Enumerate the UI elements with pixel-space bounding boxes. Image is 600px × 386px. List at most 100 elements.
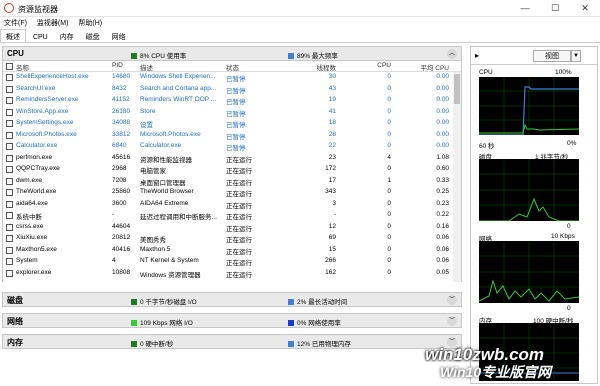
table-row[interactable]: XiuXiu.exe 20812 美图秀秀 正在运行 69 0 0.06 [3, 233, 461, 245]
cell-pid: 34088 [112, 119, 131, 126]
menu-monitor[interactable]: 监视器(M) [33, 17, 73, 29]
col-pid[interactable]: PID [112, 62, 140, 69]
row-checkbox[interactable] [6, 246, 13, 254]
cell-name: Microsoft.Photos.exe [16, 130, 77, 138]
expand-arrow-icon[interactable]: ▸ [475, 51, 479, 60]
table-row[interactable]: TheWorld.exe 25860 TheWorld Browser 正在运行 343… [3, 187, 461, 199]
network-section-header[interactable]: 网络 109 Kbps 网络 I/O 0% 网络使用率 ﹀ [2, 313, 462, 328]
cell-avg: 0.00 [436, 119, 449, 126]
scrollbar-thumb[interactable] [454, 74, 460, 104]
cell-avg: 0.00 [436, 73, 449, 80]
row-checkbox[interactable] [6, 154, 13, 162]
tab-cpu[interactable]: CPU [28, 32, 53, 45]
row-checkbox[interactable] [6, 189, 13, 196]
row-checkbox[interactable] [6, 269, 13, 277]
cpu-section-header[interactable]: CPU 8% CPU 使用率 89% 最大频率 ︿ [2, 46, 462, 61]
row-checkbox[interactable] [6, 258, 13, 265]
table-row[interactable]: Maxthon5.exe 40416 Maxthon 5 正在运行 15 0 0.06 [3, 245, 461, 257]
maximize-button[interactable]: ☐ [540, 0, 570, 16]
table-row[interactable]: aida64.exe 3600 AIDA64 Extreme 正在运行 3 0 0.23 [3, 199, 461, 211]
row-checkbox[interactable] [6, 143, 13, 150]
chevron-down-icon[interactable]: ﹀ [447, 316, 457, 326]
col-cpu[interactable]: CPU [343, 62, 391, 69]
disk-section-header[interactable]: 磁盘 0 千字节/秒磁盘 I/O 2% 最长活动时间 ﹀ [2, 292, 462, 307]
cell-name: ShellExperienceHost.exe [16, 73, 89, 80]
tab-network[interactable]: 网络 [107, 30, 131, 43]
minimize-button[interactable]: — [510, 0, 540, 16]
table-row[interactable]: csrss.exe 44604 正在运行 12 0 0.16 [3, 222, 461, 234]
cell-name: SystemSettings.exe [16, 119, 74, 126]
table-row[interactable]: perfmon.exe 45616 资源和性能监视器 正在运行 23 4 1.08 [3, 153, 461, 165]
cell-status: 已暂停 [226, 145, 246, 152]
row-checkbox[interactable] [6, 85, 13, 93]
cell-avg: 0.00 [436, 130, 449, 138]
table-row[interactable]: SystemSettings.exe 34088 设置 已暂停 18 0 0.00 [3, 118, 461, 130]
row-checkbox[interactable] [6, 97, 13, 104]
cell-pid: 41152 [112, 96, 130, 103]
cell-status: 正在运行 [226, 214, 252, 221]
col-name[interactable]: 名称 [16, 62, 110, 72]
view-dropdown-icon[interactable]: ▼ [571, 50, 581, 62]
row-checkbox[interactable] [6, 74, 13, 81]
table-row[interactable]: 系统中断 - 延迟过程调用和中断服务... 正在运行 - 0 0.22 [3, 210, 461, 222]
cell-cpu: 0 [387, 96, 391, 103]
tab-overview[interactable]: 概述 [0, 29, 26, 42]
table-row[interactable]: System 4 NT Kernel & System 正在运行 266 0 0.06 [3, 256, 461, 268]
tab-memory[interactable]: 内存 [55, 30, 79, 43]
row-checkbox[interactable] [6, 212, 13, 219]
cell-threads: 343 [325, 188, 336, 195]
table-row[interactable]: QQPCTray.exe 2968 电脑管家 正在运行 172 0 0.60 [3, 164, 461, 176]
table-row[interactable]: Calculator.exe 6840 Calculator.exe 已暂停 22 0 0.… [3, 141, 461, 153]
row-checkbox[interactable] [6, 177, 13, 185]
network-graph [479, 241, 579, 303]
col-avg-cpu[interactable]: 平均 CPU [397, 62, 449, 72]
cell-desc: Calculator.exe [140, 142, 182, 149]
cell-status: 正在运行 [226, 179, 252, 187]
network-section-title: 网络 [7, 317, 23, 326]
table-row[interactable]: ShellExperienceHost.exe 14680 Windows Shel… [3, 72, 461, 84]
col-status[interactable]: 状态 [226, 62, 286, 72]
chevron-up-icon[interactable]: ︿ [447, 49, 457, 59]
table-row[interactable]: SearchUI.exe 8432 Search and Cortana app..… [3, 84, 461, 96]
cell-pid: 26180 [112, 107, 131, 115]
row-checkbox[interactable] [6, 166, 13, 173]
cell-cpu: 0 [387, 119, 391, 126]
table-row[interactable]: WinStore.App.exe 26180 Store 已暂停 41 0 0.00 [3, 107, 461, 119]
row-checkbox[interactable] [6, 120, 13, 127]
col-desc[interactable]: 描述 [140, 62, 222, 72]
table-row[interactable]: RemindersServer.exe 41152 Reminders WinRT … [3, 95, 461, 107]
menu-help[interactable]: 帮助(H) [74, 17, 106, 29]
cell-threads: - [333, 211, 336, 218]
cell-pid: 33812 [112, 130, 131, 138]
row-checkbox[interactable] [6, 200, 13, 208]
cell-threads: 28 [328, 130, 336, 138]
row-checkbox[interactable] [6, 108, 13, 116]
network-usage-stat: 0% 网络使用率 [288, 317, 341, 327]
row-checkbox[interactable] [6, 235, 13, 242]
cell-desc: Windows Shell Experien... [140, 73, 216, 80]
row-checkbox[interactable] [6, 223, 13, 231]
cell-threads: 19 [328, 96, 336, 103]
cpu-graph-time: 60 秒 [479, 143, 495, 150]
cell-cpu: 0 [387, 188, 391, 195]
tab-disk[interactable]: 磁盘 [81, 30, 105, 43]
chevron-down-icon[interactable]: ﹀ [447, 295, 457, 305]
menu-file[interactable]: 文件(F) [0, 17, 31, 29]
table-row[interactable]: Microsoft.Photos.exe 33812 Microsoft.Photo… [3, 130, 461, 142]
cell-threads: 43 [328, 84, 336, 92]
watermark-logo: Win10专业版官网 [440, 364, 552, 380]
cell-threads: 162 [325, 268, 336, 276]
cell-avg: 0.06 [436, 234, 449, 241]
select-all-checkbox[interactable] [6, 63, 13, 70]
cell-desc: AIDA64 Extreme [140, 199, 189, 207]
memory-section-header[interactable]: 内存 0 硬中断/秒 12% 已用物理内存 ﹀ [2, 334, 462, 349]
vertical-scrollbar[interactable] [453, 72, 461, 282]
cpu-freq-stat: 89% 最大频率 [288, 50, 338, 60]
table-row[interactable]: explorer.exe 10808 Windows 资源管理器 正在运行 162 0 0.… [3, 268, 461, 280]
view-button[interactable]: 视图 [533, 50, 571, 62]
row-checkbox[interactable] [6, 131, 13, 139]
table-row[interactable]: dwm.exe 7208 桌面窗口管理器 正在运行 17 1 0.33 [3, 176, 461, 188]
col-threads[interactable]: 线程数 [288, 62, 337, 72]
close-button[interactable]: ✕ [570, 0, 600, 16]
cell-threads: 266 [325, 257, 336, 264]
